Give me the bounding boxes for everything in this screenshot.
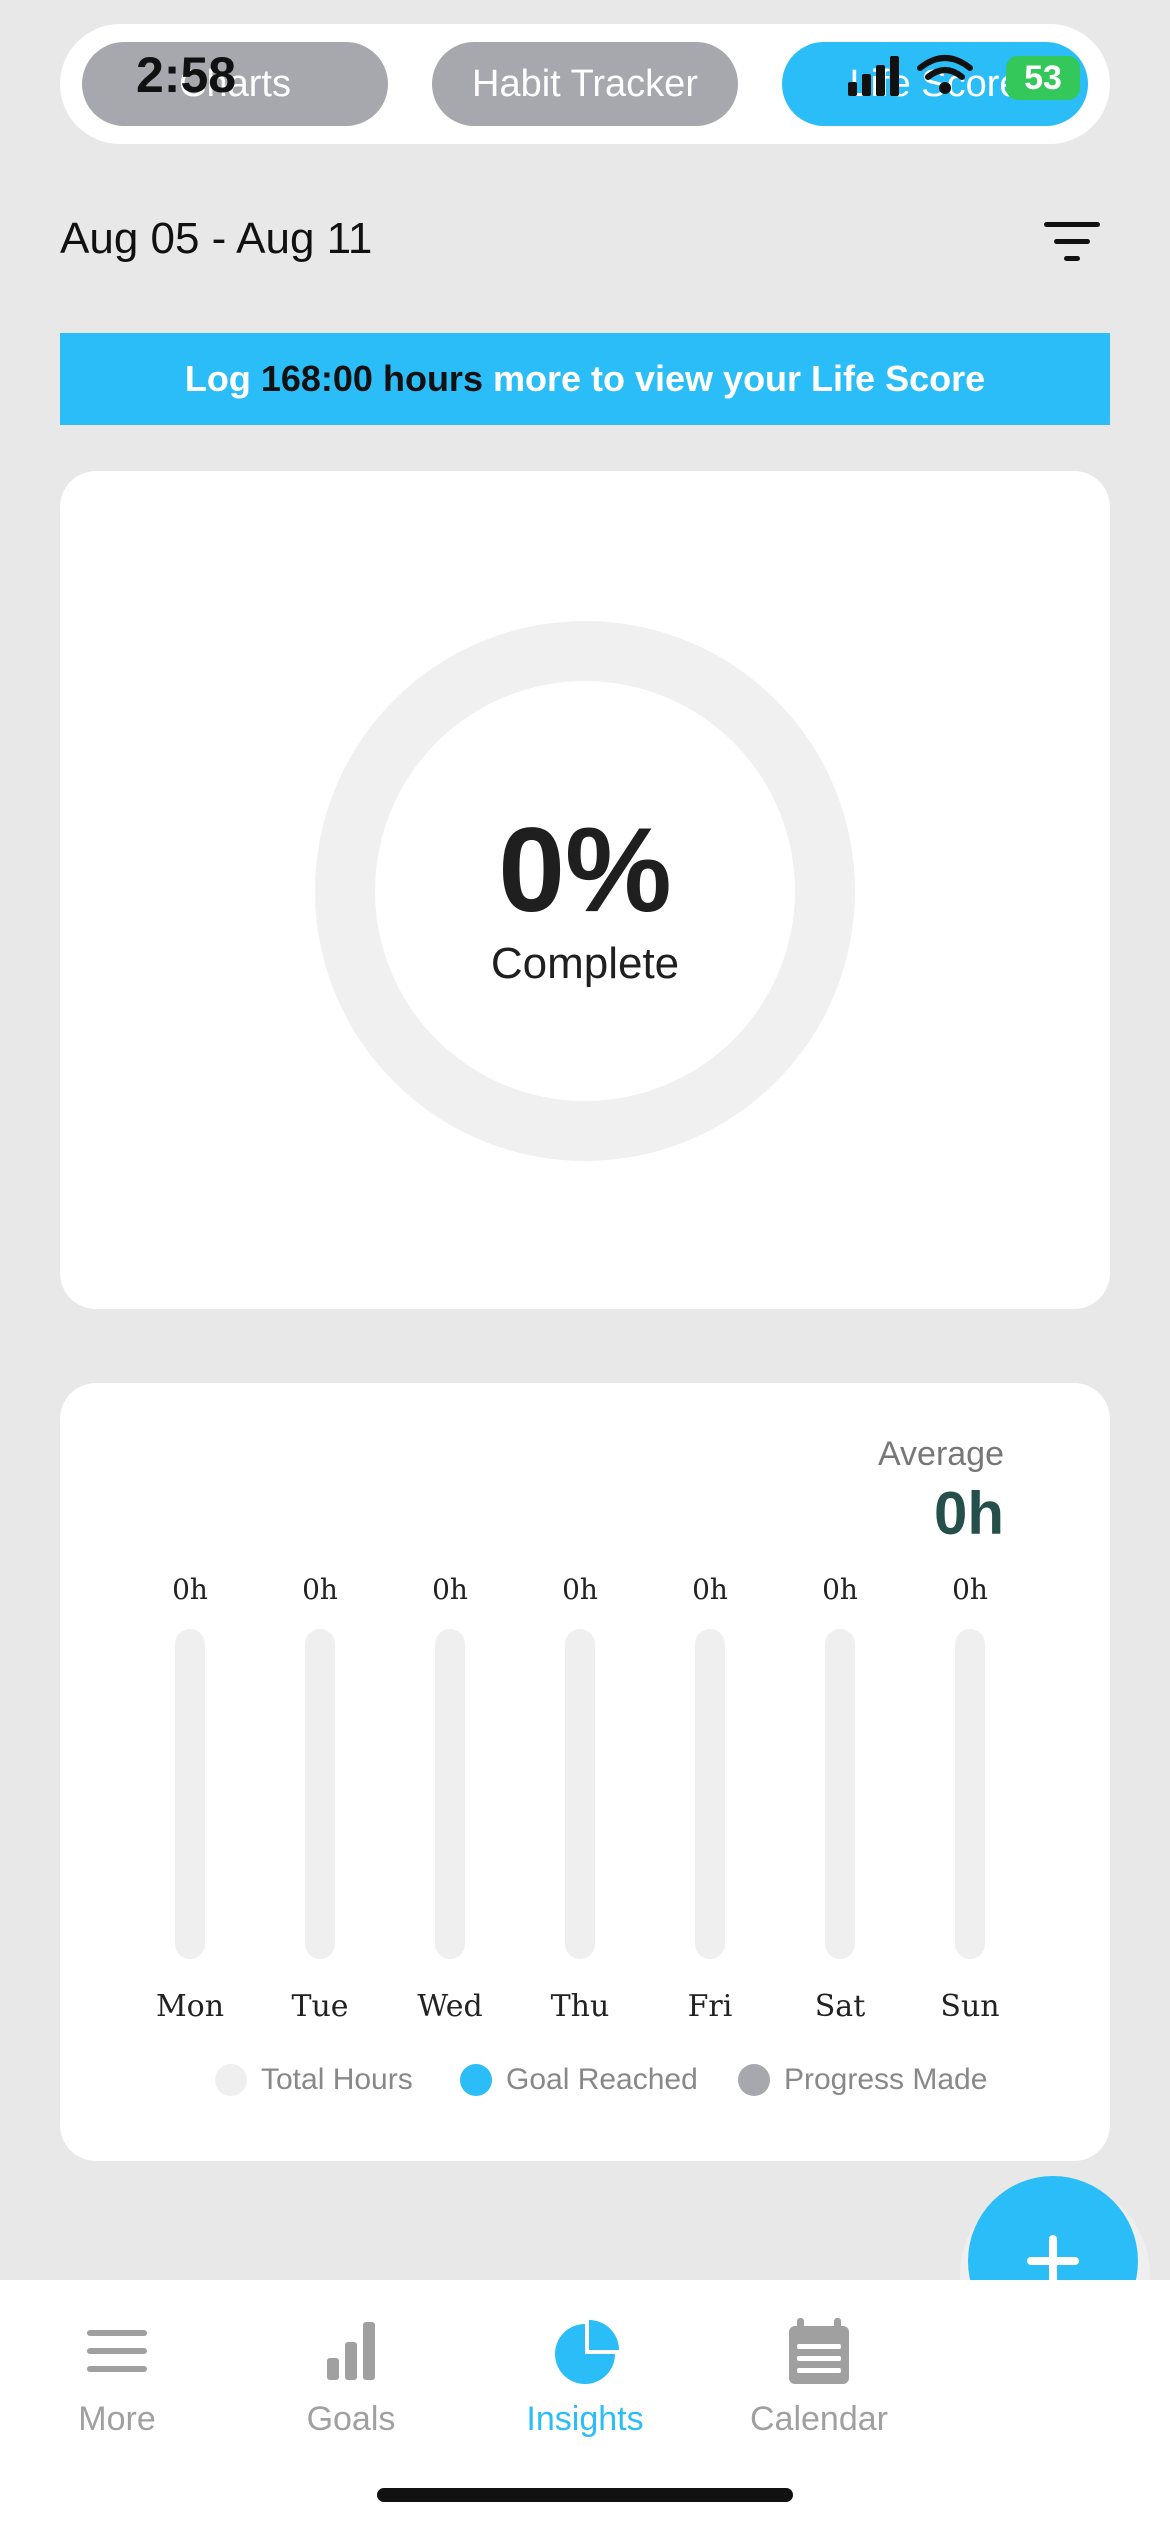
- day-bar-track: [175, 1629, 205, 1959]
- day-column: 0h Tue: [260, 1573, 380, 2024]
- nav-goals[interactable]: Goals: [234, 2300, 468, 2440]
- nav-calendar-label: Calendar: [750, 2400, 888, 2438]
- weekly-chart-card: Average 0h 0h Mon 0h Tue 0h Wed 0h Thu 0h Fri 0h Sa…: [60, 1383, 1110, 2161]
- day-bar-track: [825, 1629, 855, 1959]
- life-score-banner: Log 168:00 hours more to view your Life …: [60, 333, 1110, 425]
- day-column: 0h Wed: [390, 1573, 510, 2024]
- menu-icon: [57, 2316, 177, 2388]
- day-name-label: Fri: [687, 1989, 733, 2024]
- day-name-label: Sat: [814, 1989, 866, 2024]
- legend-label: Total Hours: [261, 2063, 413, 2096]
- day-value-label: 0h: [952, 1573, 988, 1606]
- day-name-label: Mon: [155, 1989, 225, 2024]
- day-bar-track: [955, 1629, 985, 1959]
- calendar-icon: [759, 2316, 879, 2388]
- day-column: 0h Thu: [520, 1573, 640, 2024]
- nav-more-label: More: [78, 2400, 156, 2438]
- progress-label: Complete: [490, 939, 680, 988]
- legend-item: Total Hours: [215, 2063, 413, 2097]
- legend-label: Progress Made: [784, 2063, 988, 2096]
- date-range[interactable]: Aug 05 - Aug 11: [60, 214, 372, 264]
- banner-hours: 168:00 hours: [260, 358, 483, 399]
- filter-icon[interactable]: [1040, 218, 1104, 268]
- day-bar-track: [435, 1629, 465, 1959]
- nav-insights-label: Insights: [526, 2400, 644, 2438]
- day-value-label: 0h: [432, 1573, 468, 1606]
- day-column: 0h Sun: [910, 1573, 1030, 2024]
- home-indicator: [377, 2488, 793, 2502]
- life-score-screen: Charts Habit Tracker Life Score 2:58 53 …: [0, 0, 1170, 2532]
- day-name-label: Sun: [940, 1989, 1000, 2024]
- day-bar-track: [565, 1629, 595, 1959]
- banner-suffix: more to view your Life Score: [492, 358, 986, 399]
- day-column: 0h Sat: [780, 1573, 900, 2024]
- average-value: 0h: [933, 1480, 1004, 1547]
- progress-card: 0% Complete: [60, 471, 1110, 1309]
- status-time: 2:58: [136, 47, 237, 103]
- legend-item: Progress Made: [738, 2063, 987, 2097]
- day-name-label: Thu: [550, 1989, 610, 2024]
- day-value-label: 0h: [692, 1573, 728, 1606]
- legend-dot: [215, 2064, 247, 2096]
- day-name-label: Wed: [417, 1989, 483, 2024]
- average-label: Average: [877, 1435, 1004, 1473]
- day-column: 0h Mon: [130, 1573, 250, 2024]
- day-column: 0h Fri: [650, 1573, 770, 2024]
- nav-calendar[interactable]: Calendar: [702, 2300, 936, 2440]
- legend-label: Goal Reached: [506, 2063, 698, 2096]
- nav-goals-label: Goals: [306, 2400, 396, 2438]
- banner-prefix: Log: [184, 358, 251, 399]
- day-value-label: 0h: [302, 1573, 338, 1606]
- day-value-label: 0h: [822, 1573, 858, 1606]
- legend-dot: [460, 2064, 492, 2096]
- pie-chart-icon: [525, 2316, 645, 2388]
- day-name-label: Tue: [291, 1989, 349, 2024]
- nav-insights[interactable]: Insights: [468, 2300, 702, 2440]
- day-bar-track: [695, 1629, 725, 1959]
- tab-habit-tracker[interactable]: Habit Tracker: [432, 42, 738, 126]
- legend-item: Goal Reached: [460, 2063, 698, 2097]
- day-value-label: 0h: [172, 1573, 208, 1606]
- battery-indicator: 53: [1006, 56, 1080, 100]
- progress-percent: 0%: [498, 803, 672, 937]
- day-value-label: 0h: [562, 1573, 598, 1606]
- bar-chart-icon: [291, 2316, 411, 2388]
- legend-dot: [738, 2064, 770, 2096]
- day-bar-track: [305, 1629, 335, 1959]
- chart-legend: Total Hours Goal Reached Progress Made: [60, 2063, 1110, 2103]
- nav-more[interactable]: More: [0, 2300, 234, 2440]
